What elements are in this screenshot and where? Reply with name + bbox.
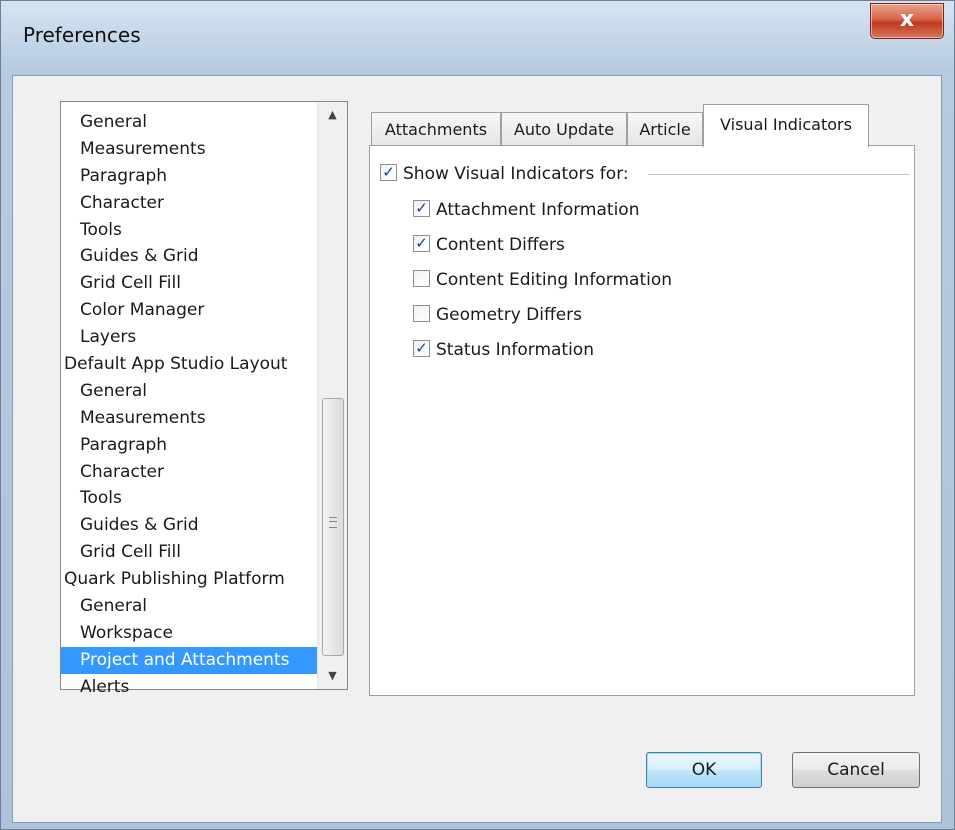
checkbox-box[interactable]: ✓: [413, 304, 430, 322]
check-mark-icon: ✓: [415, 338, 428, 357]
list-item[interactable]: Paragraph: [61, 163, 317, 190]
check-mark-icon: ✓: [415, 198, 428, 217]
ok-button[interactable]: OK: [646, 752, 762, 788]
list-item[interactable]: Grid Cell Fill: [61, 539, 317, 566]
checkbox-box[interactable]: ✓: [413, 198, 430, 217]
tab-article[interactable]: Article: [627, 112, 703, 145]
close-icon: x: [899, 7, 915, 32]
check-mark-icon: ✓: [415, 233, 428, 252]
list-item[interactable]: Color Manager: [61, 297, 317, 324]
list-item[interactable]: Paragraph: [61, 432, 317, 459]
list-item[interactable]: Measurements: [61, 405, 317, 432]
preferences-window: Preferences x General Measurements Paragra…: [0, 0, 955, 830]
attachment-information-checkbox[interactable]: ✓ Attachment Information: [413, 198, 639, 222]
list-item-selected[interactable]: Project and Attachments: [61, 646, 317, 674]
show-visual-indicators-checkbox[interactable]: ✓ Show Visual Indicators for:: [380, 162, 629, 186]
option-label: Geometry Differs: [436, 305, 583, 325]
preferences-list: General Measurements Paragraph Character Too…: [60, 101, 348, 697]
scroll-down-arrow-icon[interactable]: ▼: [318, 663, 347, 689]
checkbox-box[interactable]: ✓: [413, 338, 430, 357]
list-item[interactable]: Workspace: [61, 620, 317, 647]
show-visual-indicators-label: Show Visual Indicators for:: [403, 164, 629, 184]
content-differs-checkbox[interactable]: ✓ Content Differs: [413, 233, 565, 257]
list-item[interactable]: Layers: [61, 324, 317, 351]
check-mark-icon: ✓: [382, 162, 395, 181]
geometry-differs-checkbox[interactable]: ✓ Geometry Differs: [413, 303, 582, 327]
checkbox-box[interactable]: ✓: [380, 162, 397, 181]
tab-attachments[interactable]: Attachments: [371, 112, 501, 145]
window-title: Preferences: [23, 23, 141, 47]
cancel-button[interactable]: Cancel: [792, 752, 920, 788]
list-item[interactable]: Guides & Grid: [61, 243, 317, 270]
scroll-grip-icon: [329, 517, 337, 528]
list-item[interactable]: Tools: [61, 217, 317, 244]
checkbox-box[interactable]: ✓: [413, 233, 430, 252]
list-item[interactable]: Character: [61, 190, 317, 217]
dialog-body: General Measurements Paragraph Character Too…: [12, 75, 942, 823]
list-item[interactable]: General: [61, 378, 317, 405]
scroll-up-arrow-icon[interactable]: ▲: [318, 102, 347, 128]
checkbox-box[interactable]: ✓: [413, 269, 430, 287]
title-bar[interactable]: Preferences x: [1, 1, 954, 75]
preferences-list-items: General Measurements Paragraph Character Too…: [61, 109, 317, 701]
list-item[interactable]: Alerts: [61, 674, 317, 701]
list-item[interactable]: Measurements: [61, 136, 317, 163]
list-scrollbar[interactable]: ▲ ▼: [317, 102, 347, 689]
list-group-header[interactable]: Quark Publishing Platform: [61, 566, 317, 593]
list-group-header[interactable]: Default App Studio Layout: [61, 351, 317, 378]
visual-indicators-panel: ✓ Show Visual Indicators for: ✓ Attachment…: [369, 145, 915, 696]
tab-visual-indicators[interactable]: Visual Indicators: [703, 104, 869, 147]
option-label: Content Editing Information: [436, 270, 673, 290]
option-label: Attachment Information: [436, 200, 640, 220]
group-divider: [648, 174, 910, 175]
scroll-thumb[interactable]: [322, 398, 344, 656]
list-item[interactable]: General: [61, 593, 317, 620]
list-item[interactable]: Character: [61, 459, 317, 486]
list-item[interactable]: Tools: [61, 485, 317, 512]
list-item[interactable]: Grid Cell Fill: [61, 270, 317, 297]
option-label: Status Information: [436, 340, 594, 360]
close-button[interactable]: x: [870, 3, 944, 39]
content-editing-information-checkbox[interactable]: ✓ Content Editing Information: [413, 268, 672, 292]
list-item[interactable]: Guides & Grid: [61, 512, 317, 539]
list-item[interactable]: General: [61, 109, 317, 136]
status-information-checkbox[interactable]: ✓ Status Information: [413, 338, 594, 362]
option-label: Content Differs: [436, 235, 565, 255]
tab-auto-update[interactable]: Auto Update: [501, 112, 627, 145]
